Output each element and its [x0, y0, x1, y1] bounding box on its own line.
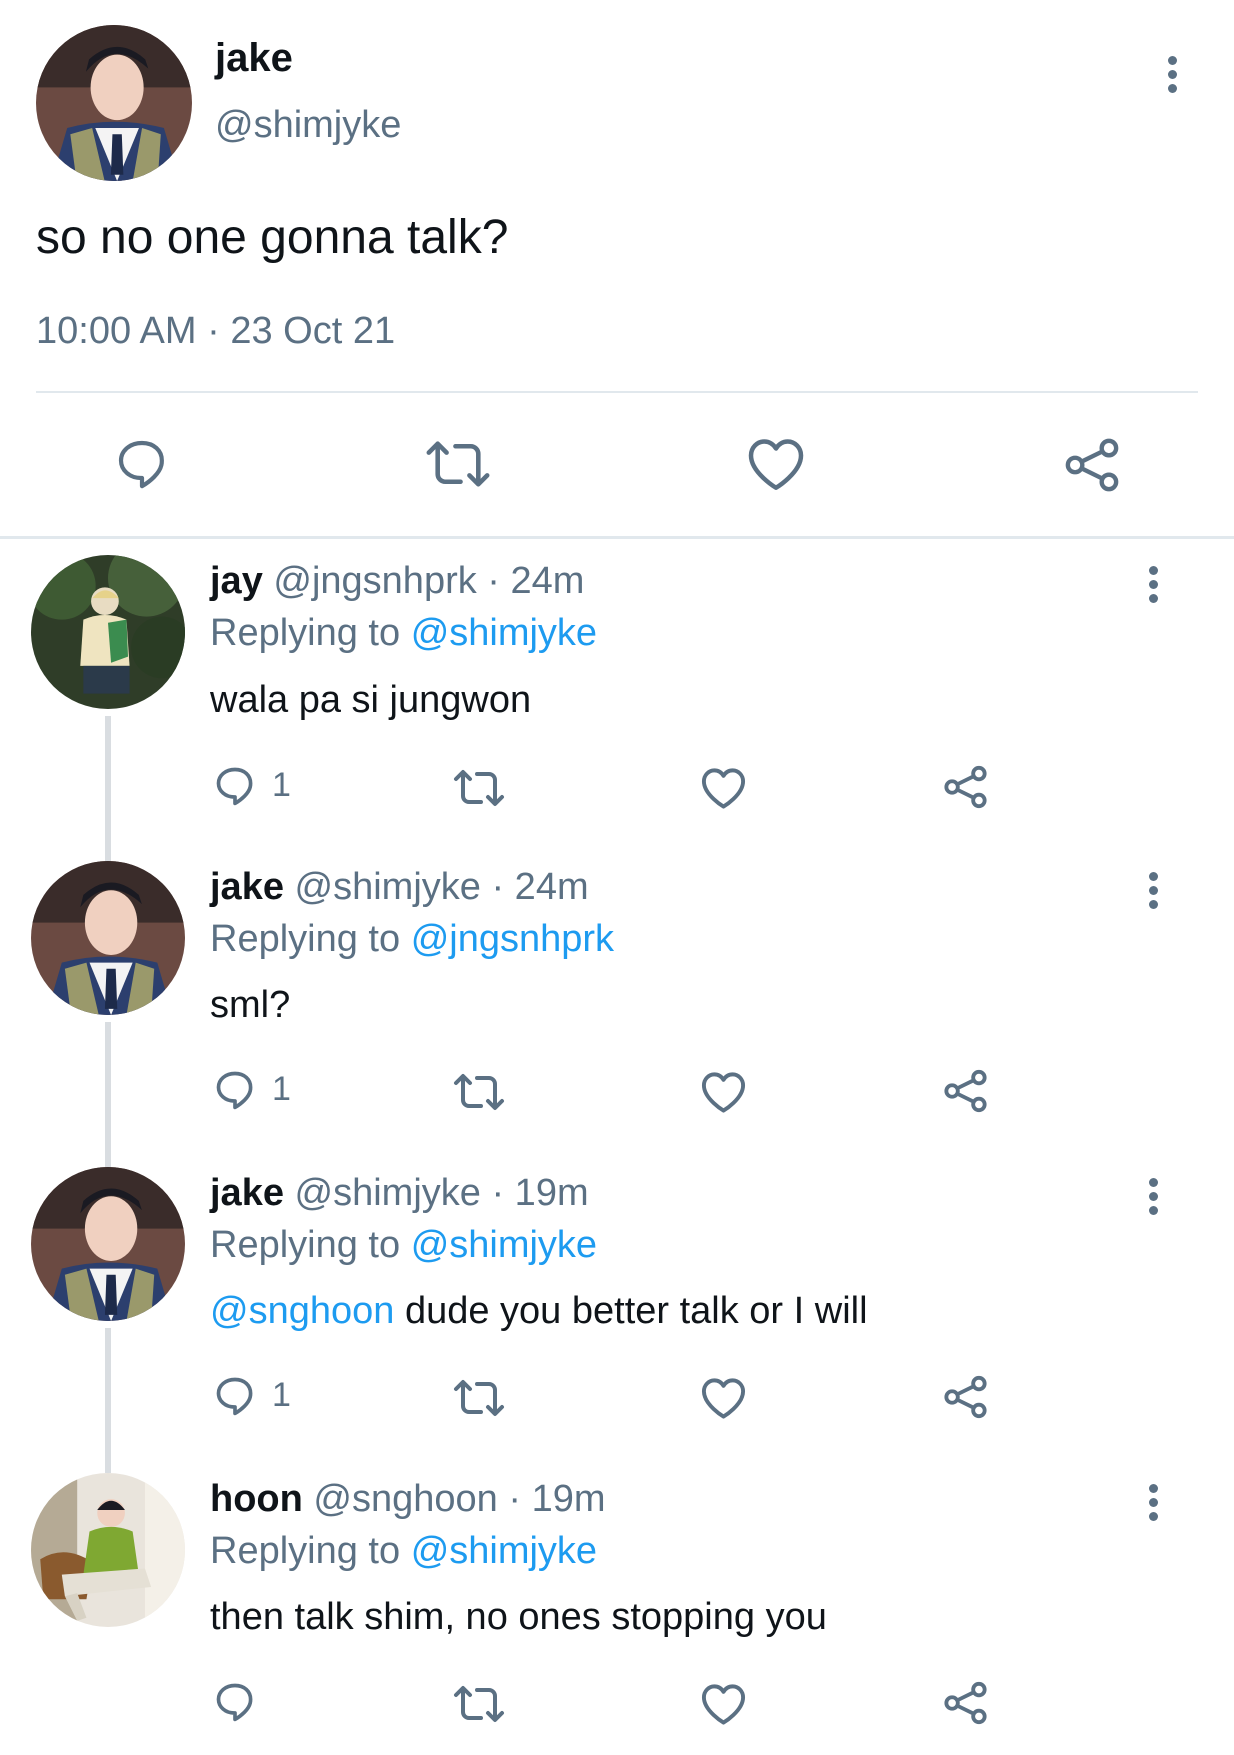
tweet-text: so no one gonna talk? [36, 211, 509, 264]
replying-to: Replying to @shimjyke [210, 1530, 597, 1573]
replying-to-prefix: Replying to [210, 1530, 401, 1572]
retweet-icon[interactable] [452, 1376, 506, 1420]
avatar[interactable] [31, 555, 185, 709]
more-options-icon[interactable] [1147, 1178, 1159, 1220]
reply-display-name[interactable]: hoon [210, 1478, 303, 1520]
avatar-image [36, 25, 192, 181]
avatar-image [31, 555, 185, 709]
reply-meta[interactable]: @shimjyke · 19m [295, 1172, 589, 1214]
divider [36, 391, 1198, 393]
avatar[interactable] [31, 1167, 185, 1321]
heart-icon[interactable] [746, 436, 806, 492]
replying-to-handle[interactable]: @shimjyke [411, 1224, 597, 1266]
reply-header: jake @shimjyke · 19m [210, 1172, 589, 1215]
reply-icon[interactable] [112, 436, 172, 492]
reply-count: 1 [272, 766, 291, 804]
thread-line [105, 1022, 111, 1167]
replying-to-handle[interactable]: @jngsnhprk [411, 918, 614, 960]
more-options-icon[interactable] [1166, 56, 1178, 98]
reply-icon[interactable] [212, 1374, 258, 1418]
reply-text: then talk shim, no ones stopping you [210, 1596, 827, 1638]
reply-icon[interactable] [212, 1068, 258, 1112]
retweet-icon[interactable] [425, 436, 491, 492]
replying-to-prefix: Replying to [210, 1224, 401, 1266]
avatar-image [31, 1167, 185, 1321]
author-display-name[interactable]: jake [215, 36, 293, 81]
reply-header: jay @jngsnhprk · 24m [210, 560, 584, 603]
reply-text: @snghoon dude you better talk or I will [210, 1290, 868, 1333]
replying-to: Replying to @shimjyke [210, 612, 597, 655]
author-handle[interactable]: @shimjyke [215, 104, 401, 147]
share-icon[interactable] [942, 1374, 989, 1420]
thread-line [105, 716, 111, 861]
reply-icon[interactable] [212, 1680, 258, 1724]
reply-meta[interactable]: @shimjyke · 24m [295, 866, 589, 908]
share-icon[interactable] [942, 1680, 989, 1726]
heart-icon[interactable] [700, 766, 747, 810]
heart-icon[interactable] [700, 1070, 747, 1114]
reply-text-body: dude you better talk or I will [404, 1290, 868, 1332]
replying-to-handle[interactable]: @shimjyke [411, 612, 597, 654]
tweet-timestamp[interactable]: 10:00 AM · 23 Oct 21 [36, 310, 395, 353]
replying-to-prefix: Replying to [210, 918, 401, 960]
avatar[interactable] [36, 25, 192, 181]
avatar-image [31, 1473, 185, 1627]
retweet-icon[interactable] [452, 1682, 506, 1726]
more-options-icon[interactable] [1147, 1484, 1159, 1526]
reply-header: jake @shimjyke · 24m [210, 866, 589, 909]
avatar[interactable] [31, 1473, 185, 1627]
reply-display-name[interactable]: jake [210, 866, 284, 908]
replying-to-handle[interactable]: @shimjyke [411, 1530, 597, 1572]
retweet-icon[interactable] [452, 1070, 506, 1114]
reply-text: sml? [210, 984, 291, 1026]
reply-icon[interactable] [212, 764, 258, 808]
heart-icon[interactable] [700, 1376, 747, 1420]
more-options-icon[interactable] [1147, 566, 1159, 608]
reply-meta[interactable]: @snghoon · 19m [313, 1478, 605, 1520]
mention-link[interactable]: @snghoon [210, 1290, 394, 1332]
share-icon[interactable] [942, 764, 989, 810]
thread-line [105, 1328, 111, 1473]
section-divider [0, 536, 1234, 539]
retweet-icon[interactable] [452, 766, 506, 810]
avatar[interactable] [31, 861, 185, 1015]
share-icon[interactable] [942, 1068, 989, 1114]
avatar-image [31, 861, 185, 1015]
replying-to-prefix: Replying to [210, 612, 401, 654]
reply-count: 1 [272, 1070, 291, 1108]
replying-to: Replying to @jngsnhprk [210, 918, 614, 961]
reply-header: hoon @snghoon · 19m [210, 1478, 606, 1521]
heart-icon[interactable] [700, 1682, 747, 1726]
reply-display-name[interactable]: jake [210, 1172, 284, 1214]
reply-meta[interactable]: @jngsnhprk · 24m [273, 560, 584, 602]
reply-display-name[interactable]: jay [210, 560, 263, 602]
more-options-icon[interactable] [1147, 872, 1159, 914]
reply-count: 1 [272, 1376, 291, 1414]
share-icon[interactable] [1062, 436, 1122, 494]
replying-to: Replying to @shimjyke [210, 1224, 597, 1267]
reply-text: wala pa si jungwon [210, 679, 532, 721]
